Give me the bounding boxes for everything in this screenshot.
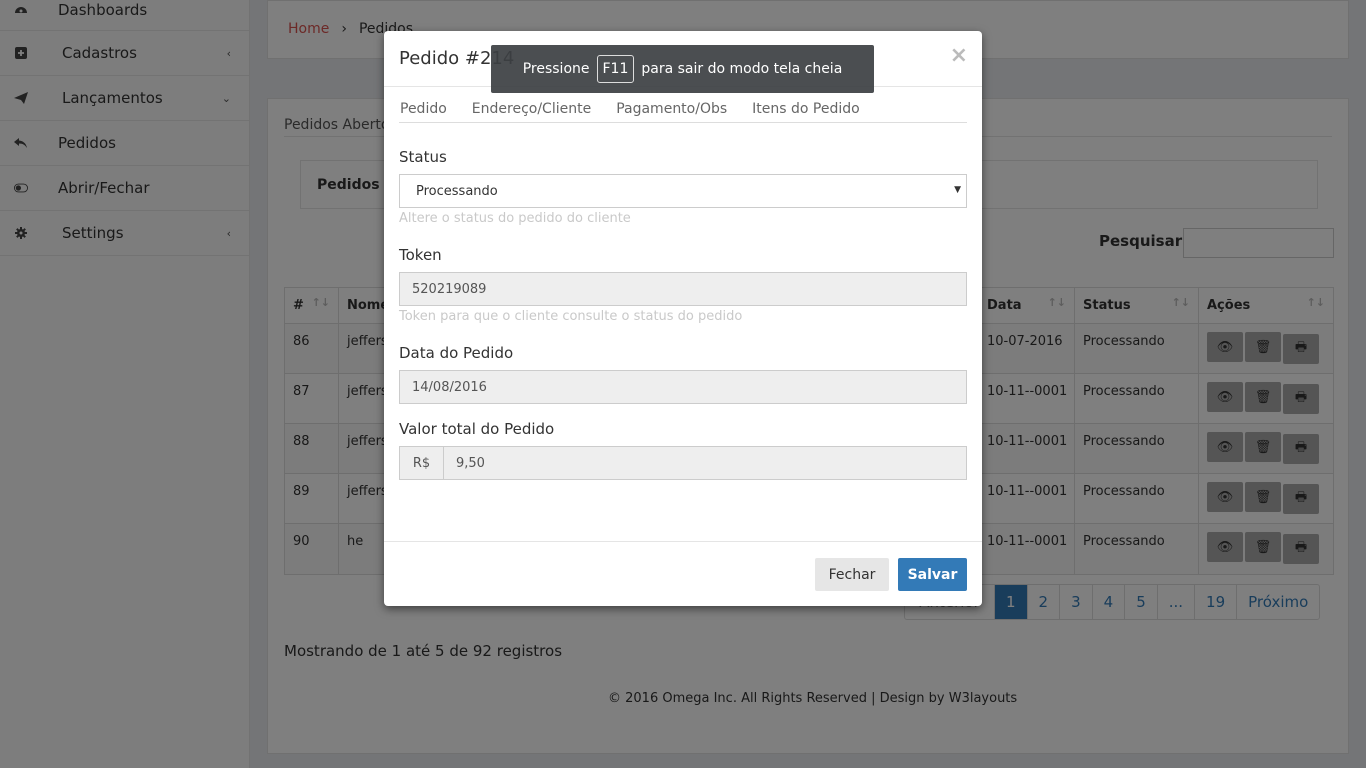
token-help: Token para que o cliente consulte o stat… xyxy=(399,309,743,324)
close-button[interactable]: Fechar xyxy=(815,558,889,591)
dropdown-arrow-icon: ▼ xyxy=(954,185,961,195)
fullscreen-notice: Pressione F11 para sair do modo tela che… xyxy=(491,45,874,93)
status-select[interactable]: Processando ▼ xyxy=(399,174,967,208)
token-label: Token xyxy=(399,246,442,264)
total-input-group: R$ 9,50 xyxy=(399,446,967,480)
tab-pagamento-obs[interactable]: Pagamento/Obs xyxy=(615,101,727,122)
notice-text-before: Pressione xyxy=(522,61,590,77)
tab-endereco-cliente[interactable]: Endereço/Cliente xyxy=(471,101,591,122)
tab-itens-do-pedido[interactable]: Itens do Pedido xyxy=(751,101,860,122)
currency-addon: R$ xyxy=(400,447,444,479)
status-selected-value: Processando xyxy=(416,184,498,199)
order-modal: Pedido #214 × Pedido Endereço/Cliente Pa… xyxy=(384,31,982,606)
status-label: Status xyxy=(399,148,447,166)
close-icon[interactable]: × xyxy=(950,43,968,68)
f11-key: F11 xyxy=(596,55,635,83)
modal-footer: Fechar Salvar xyxy=(384,541,982,606)
total-field[interactable]: 9,50 xyxy=(444,447,966,479)
status-help: Altere o status do pedido do cliente xyxy=(399,211,631,226)
date-field[interactable]: 14/08/2016 xyxy=(399,370,967,404)
modal-tabs: Pedido Endereço/Cliente Pagamento/Obs It… xyxy=(399,101,967,123)
date-label: Data do Pedido xyxy=(399,344,514,362)
save-button[interactable]: Salvar xyxy=(898,558,967,591)
notice-text-after: para sair do modo tela cheia xyxy=(641,61,843,77)
token-field[interactable]: 520219089 xyxy=(399,272,967,306)
tab-pedido[interactable]: Pedido xyxy=(399,101,447,122)
total-label: Valor total do Pedido xyxy=(399,420,555,438)
